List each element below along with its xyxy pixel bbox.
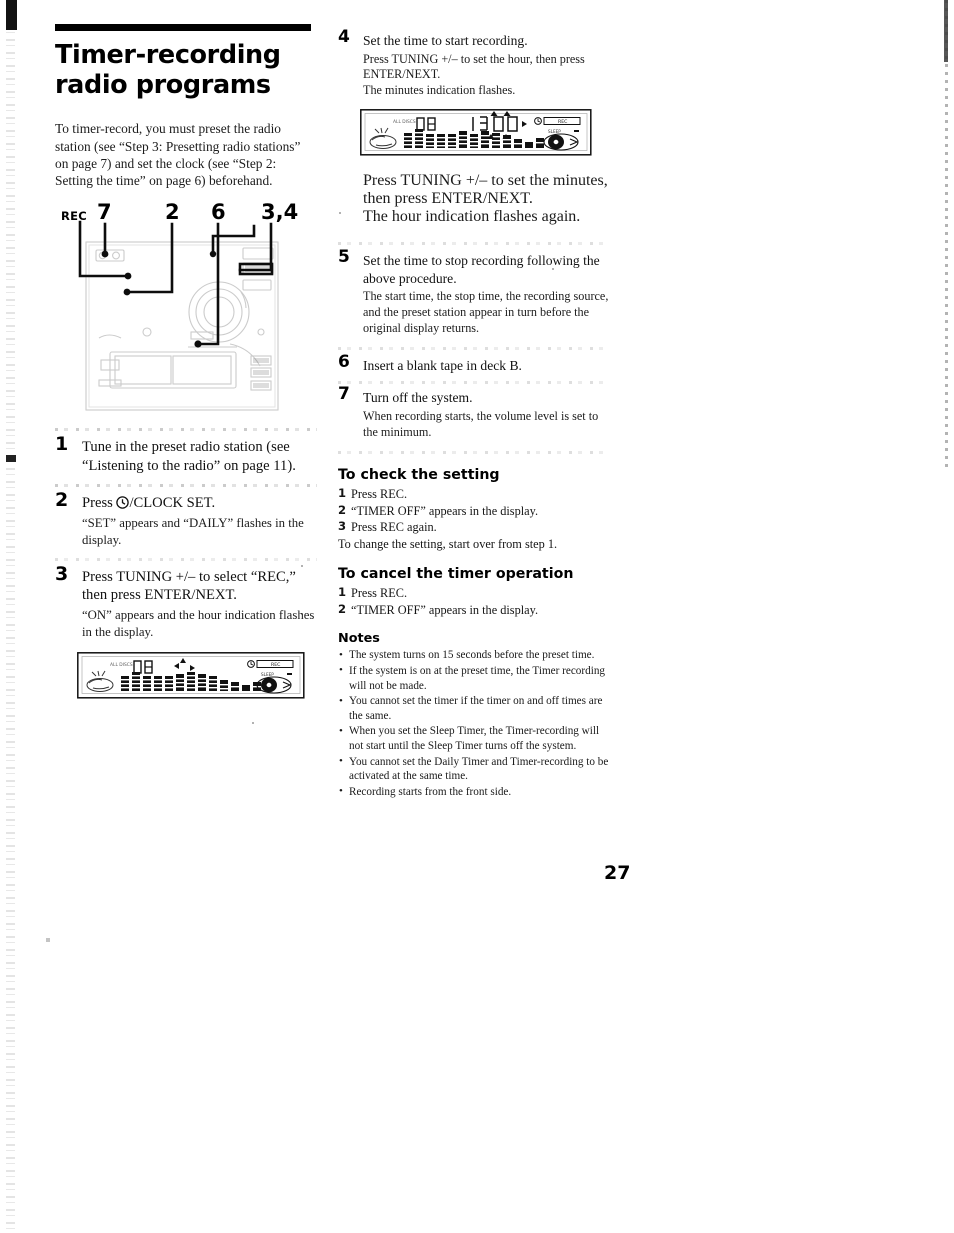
step-7-number: 7 <box>338 384 350 405</box>
note-item: When you set the Sleep Timer, the Timer-… <box>338 724 610 754</box>
scan-artifact-left-tick <box>6 455 16 462</box>
scan-artifact-right-edge <box>945 0 948 470</box>
page-number: 27 <box>604 862 631 884</box>
check-setting-item-2-number: 2 <box>338 502 347 517</box>
step-6-text: Insert a blank tape in deck B. <box>363 357 522 373</box>
note-item: If the system is on at the preset time, … <box>338 663 610 694</box>
check-setting-item-2-text: “TIMER OFF” appears in the display. <box>351 503 539 518</box>
step-5: 5 Set the time to stop recording followi… <box>338 247 610 337</box>
svg-text:REC: REC <box>271 662 280 668</box>
step-separator <box>55 557 317 561</box>
step-2-text-suffix: /CLOCK SET. <box>129 495 216 512</box>
svg-text:ALL DISCS: ALL DISCS <box>110 662 133 668</box>
check-setting-heading: To check the setting <box>338 466 500 483</box>
scan-artifact-corner-mark <box>6 0 17 30</box>
check-setting-item-3-number: 3 <box>338 519 347 534</box>
step-3: 3 Press TUNING +/– to select “REC,” then… <box>55 562 317 641</box>
cancel-timer-item-2: 2 “TIMER OFF” appears in the display. <box>338 602 610 619</box>
step-4-detail: Press TUNING +/– to set the hour, then p… <box>363 51 585 98</box>
panel-illustration <box>78 220 279 411</box>
step-7: 7 Turn off the system. When recording st… <box>338 384 610 440</box>
svg-text:REC: REC <box>558 119 567 125</box>
step-4-detail-after: Press TUNING +/– to set the minutes, the… <box>363 172 608 226</box>
note-item: You cannot set the timer if the timer on… <box>338 694 610 724</box>
step-1: 1 Tune in the preset radio station (see … <box>55 432 317 476</box>
cancel-timer-item-2-number: 2 <box>338 602 347 617</box>
step-separator <box>338 346 610 350</box>
step-4-number: 4 <box>338 27 350 47</box>
check-setting-closing: To change the setting, start over from s… <box>338 537 558 552</box>
check-setting-item-1: 1 Press REC. <box>338 486 610 503</box>
step-3-detail: “ON” appears and the hour indication fla… <box>82 608 315 639</box>
cancel-timer-item-1-number: 1 <box>338 585 347 600</box>
cancel-timer-item-1: 1 Press REC. <box>338 585 610 602</box>
step-6: 6 Insert a blank tape in deck B. <box>338 351 610 375</box>
svg-text:SLEEP: SLEEP <box>548 129 561 134</box>
step-1-number: 1 <box>55 432 69 455</box>
step-2-text-prefix: Press <box>82 495 117 512</box>
step-2-detail: “SET” appears and “DAILY” flashes in the… <box>82 516 304 547</box>
cancel-timer-item-1-text: Press REC. <box>351 586 408 601</box>
scan-speck <box>252 722 254 724</box>
title-rule <box>55 24 311 31</box>
check-setting-item-3-text: Press REC again. <box>351 520 437 535</box>
scan-artifact-left-edge <box>6 0 15 1233</box>
step-3-text: Press TUNING +/– to select “REC,” then p… <box>82 568 296 604</box>
step-6-number: 6 <box>338 351 350 372</box>
step-separator <box>55 484 317 488</box>
section-separator <box>338 450 610 454</box>
check-setting-item-2: 2 “TIMER OFF” appears in the display. <box>338 503 610 520</box>
clock-icon <box>116 496 130 510</box>
step-5-number: 5 <box>338 247 350 268</box>
step-3-number: 3 <box>55 562 69 585</box>
check-setting-item-3: 3 Press REC again. <box>338 519 610 536</box>
step-4-text: Set the time to start recording. <box>363 33 528 48</box>
lcd-display-on: ALL DISCS REC SLEEP <box>77 652 317 699</box>
stereo-panel-diagram: REC 7 2 6 3,4 <box>55 201 317 419</box>
notes-list: The system turns on 15 seconds before th… <box>338 648 610 799</box>
manual-page: Timer-recording radio programs To timer-… <box>0 0 954 1233</box>
step-1-text: Tune in the preset radio station (see “L… <box>82 438 296 474</box>
step-5-detail: The start time, the stop time, the recor… <box>363 289 609 335</box>
step-4: 4 Set the time to start recording. Press… <box>338 27 610 99</box>
cancel-timer-heading: To cancel the timer operation <box>338 566 574 583</box>
intro-paragraph: To timer-record, you must preset the rad… <box>55 121 301 189</box>
cancel-timer-item-2-text: “TIMER OFF” appears in the display. <box>351 603 539 618</box>
note-item: The system turns on 15 seconds before th… <box>338 648 610 663</box>
step-2: 2 Press /CLOCK SET. “SET” appears and “D… <box>55 489 317 548</box>
step-5-text: Set the time to stop recording following… <box>363 253 600 286</box>
step-7-text: Turn off the system. <box>363 390 473 406</box>
step-separator <box>55 427 317 431</box>
notes-heading: Notes <box>338 631 380 647</box>
step-2-text: Press /CLOCK SET. <box>82 494 317 513</box>
check-setting-item-1-number: 1 <box>338 485 347 500</box>
step-7-detail: When recording starts, the volume level … <box>363 408 599 439</box>
step-2-number: 2 <box>55 489 69 512</box>
svg-text:SLEEP: SLEEP <box>261 672 274 677</box>
lcd-display-time: ALL DISCS REC SLEEP <box>360 109 610 156</box>
note-item: You cannot set the Daily Timer and Timer… <box>338 754 610 785</box>
page-title: Timer-recording radio programs <box>55 40 281 101</box>
scan-speck <box>46 938 50 942</box>
step-separator <box>338 242 610 246</box>
right-column: 4 Set the time to start recording. Press… <box>338 27 610 800</box>
scan-artifact-right-bar <box>944 0 948 62</box>
left-column: Timer-recording radio programs To timer-… <box>55 24 317 703</box>
step-separator <box>338 381 610 385</box>
note-item: Recording starts from the front side. <box>338 784 610 800</box>
svg-text:ALL DISCS: ALL DISCS <box>393 119 416 125</box>
check-setting-item-1-text: Press REC. <box>351 486 408 501</box>
